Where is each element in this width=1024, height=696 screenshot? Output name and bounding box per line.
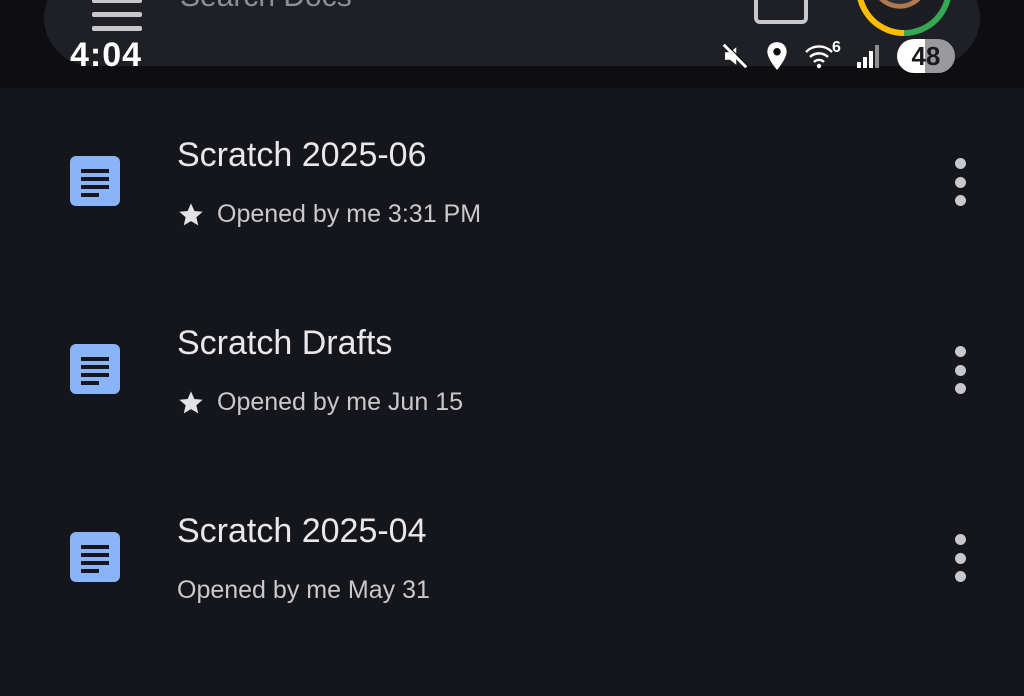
document-list: Scratch 2025-06 Opened by me 3:31 PM Scr… bbox=[0, 88, 1024, 652]
signal-icon bbox=[856, 45, 879, 68]
document-opened-text: Opened by me Jun 15 bbox=[217, 388, 463, 416]
status-bar: 4:04 6 48 bbox=[0, 34, 1024, 78]
docs-file-icon bbox=[70, 344, 120, 394]
view-toggle-icon[interactable] bbox=[754, 0, 808, 24]
wifi-indicator: 6 bbox=[804, 39, 841, 69]
more-options-icon[interactable] bbox=[944, 346, 976, 394]
status-icons: 6 48 bbox=[720, 38, 955, 74]
document-opened-text: Opened by me May 31 bbox=[177, 576, 430, 604]
star-icon bbox=[179, 390, 203, 413]
list-item[interactable]: Scratch Drafts Opened by me Jun 15 bbox=[0, 276, 1024, 464]
search-input[interactable]: Search Docs bbox=[180, 0, 352, 12]
docs-file-icon bbox=[70, 532, 120, 582]
document-title: Scratch Drafts bbox=[177, 324, 393, 362]
list-item[interactable]: Scratch 2025-04 Opened by me May 31 bbox=[0, 464, 1024, 652]
document-opened-text: Opened by me 3:31 PM bbox=[217, 200, 482, 228]
menu-icon[interactable] bbox=[92, 0, 142, 31]
document-title: Scratch 2025-04 bbox=[177, 512, 427, 550]
document-meta: Opened by me May 31 bbox=[177, 576, 430, 605]
battery-icon: 48 bbox=[896, 39, 955, 73]
document-meta: Opened by me Jun 15 bbox=[177, 388, 463, 417]
wifi-icon bbox=[805, 45, 833, 69]
more-options-icon[interactable] bbox=[944, 158, 976, 206]
document-meta: Opened by me 3:31 PM bbox=[177, 200, 481, 229]
wifi-generation-label: 6 bbox=[832, 39, 841, 56]
more-options-icon[interactable] bbox=[944, 534, 976, 582]
status-time: 4:04 bbox=[70, 36, 143, 74]
star-icon bbox=[179, 202, 203, 225]
avatar-image bbox=[862, 0, 946, 30]
avatar[interactable] bbox=[856, 0, 952, 36]
list-item[interactable]: Scratch 2025-06 Opened by me 3:31 PM bbox=[0, 88, 1024, 276]
location-icon bbox=[767, 42, 787, 70]
mute-icon bbox=[722, 42, 749, 69]
document-title: Scratch 2025-06 bbox=[177, 136, 427, 174]
docs-file-icon bbox=[70, 156, 120, 206]
